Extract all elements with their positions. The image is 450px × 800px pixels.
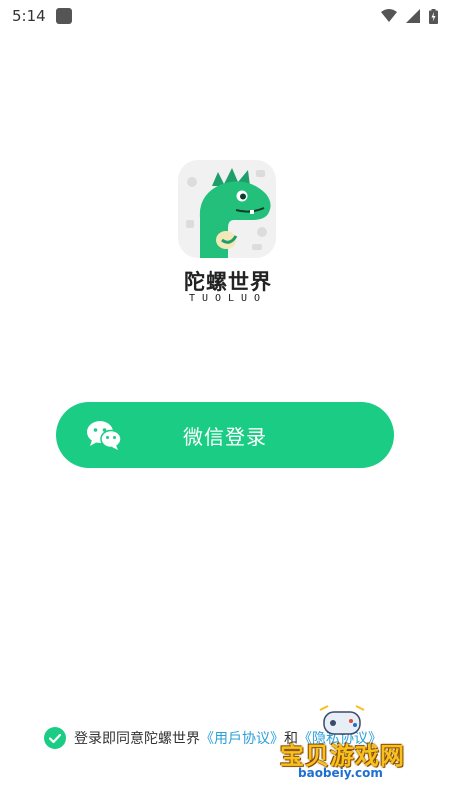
status-bar: 5:14	[0, 0, 450, 32]
brand-name: 陀螺世界	[184, 270, 272, 294]
signal-icon	[406, 9, 420, 23]
agreement-check-icon[interactable]	[44, 727, 66, 749]
notification-icon	[55, 8, 72, 24]
agreement-prefix: 登录即同意陀螺世界	[74, 731, 200, 747]
status-right	[381, 8, 438, 24]
wechat-icon	[87, 421, 122, 450]
gamepad-icon	[319, 705, 365, 735]
status-left: 5:14	[12, 7, 72, 25]
wechat-login-button[interactable]: 微信登录	[56, 402, 394, 468]
watermark-url: baobeiy.com	[298, 766, 383, 780]
battery-icon	[429, 8, 438, 24]
wifi-icon	[381, 9, 397, 22]
brand-name-english: TUOLUO	[188, 293, 268, 304]
status-time: 5:14	[12, 7, 46, 25]
app-logo	[178, 160, 276, 258]
dinosaur-logo-icon	[178, 160, 276, 258]
watermark: 宝贝游戏网 baobeiy.com	[272, 704, 422, 782]
